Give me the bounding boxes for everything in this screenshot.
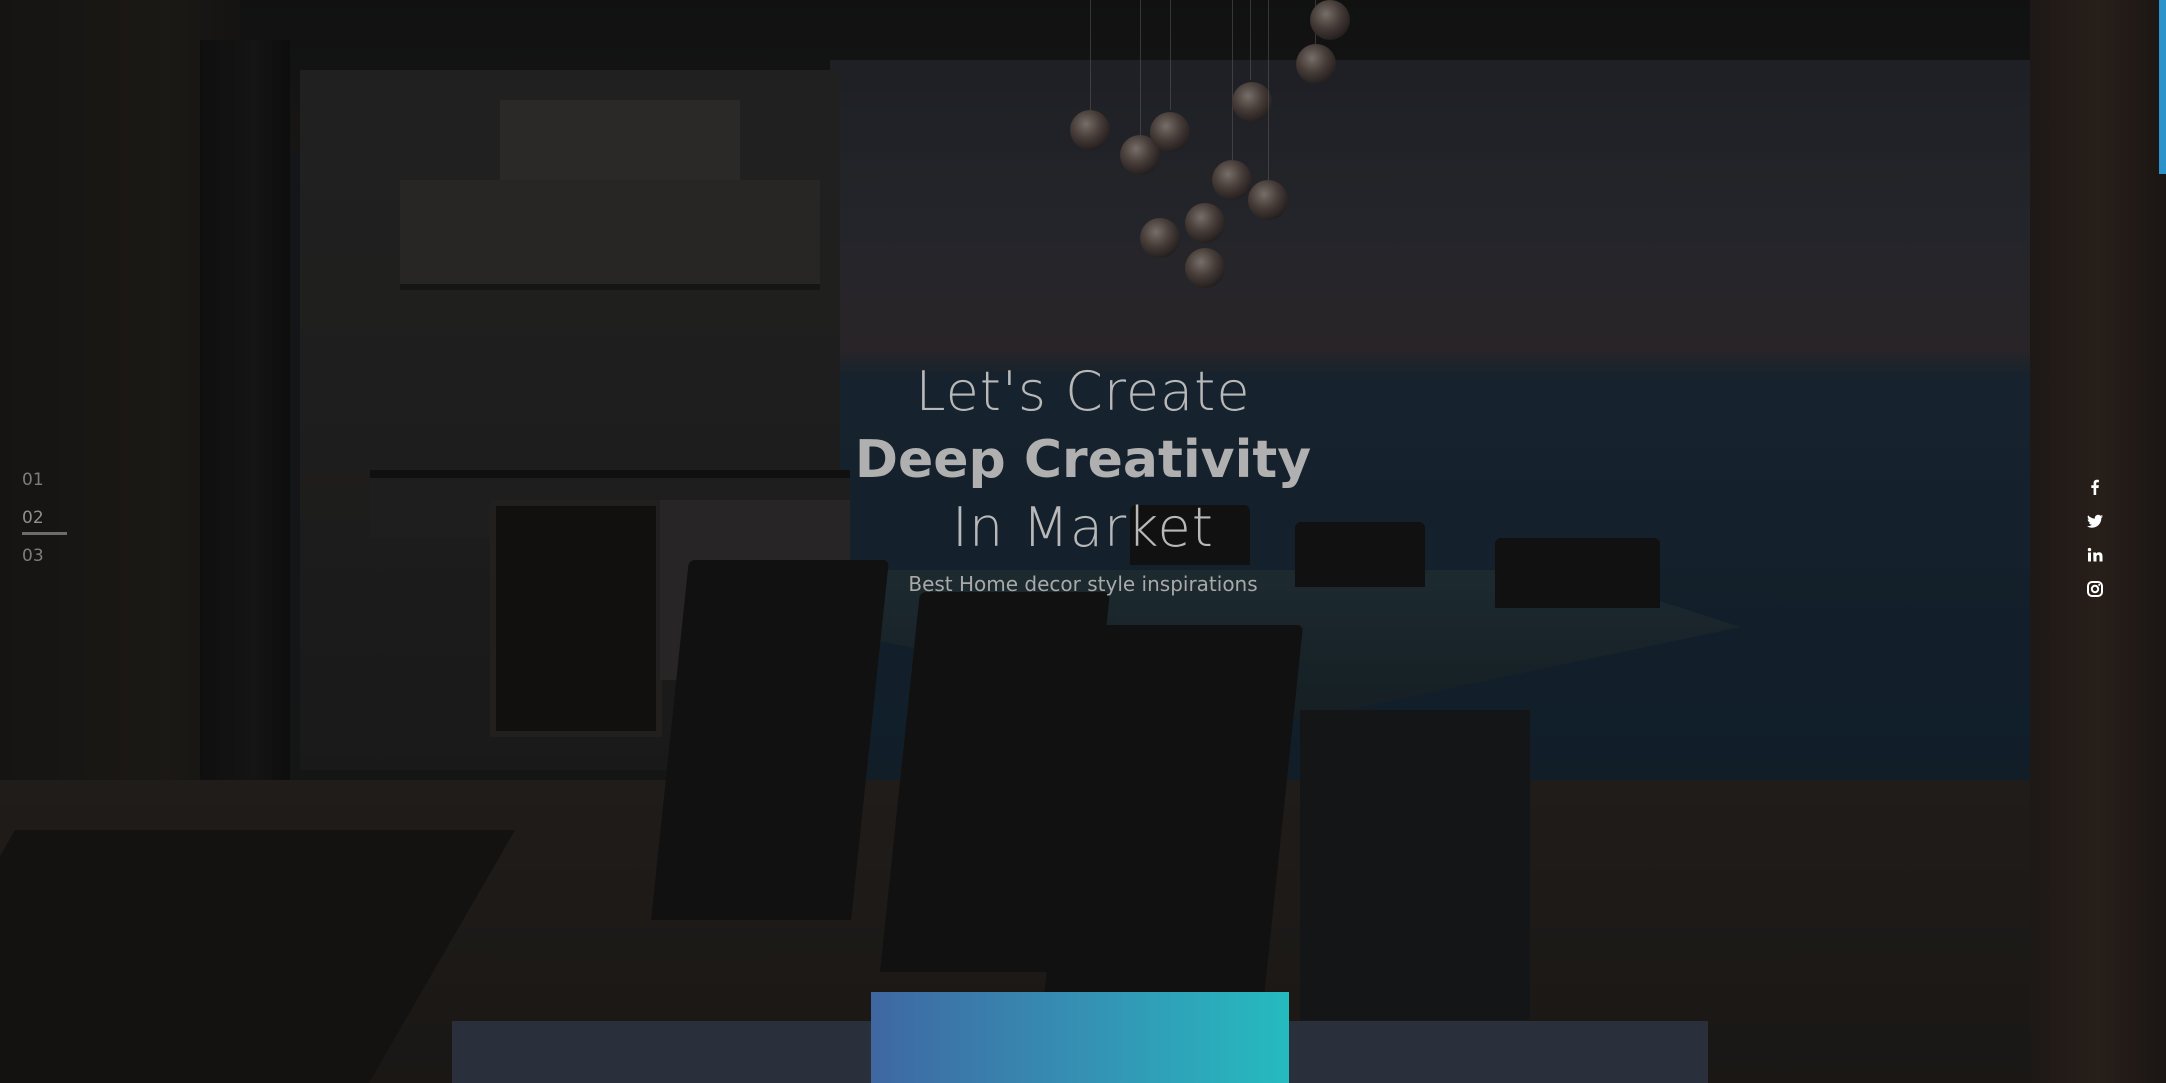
pager-active-indicator — [22, 532, 67, 535]
linkedin-icon[interactable] — [2084, 544, 2106, 566]
social-links — [2084, 476, 2106, 612]
hero-subtitle: Best Home decor style inspirations — [908, 572, 1258, 596]
instagram-icon[interactable] — [2084, 578, 2106, 600]
pager-item-02[interactable]: 02 — [22, 508, 44, 528]
hero-slide: Let's Create Deep Creativity In Market B… — [0, 0, 2166, 1083]
hero-text: Let's Create Deep Creativity In Market B… — [783, 358, 1383, 596]
pager-item-01[interactable]: 01 — [22, 470, 44, 490]
pager-item-03[interactable]: 03 — [22, 546, 44, 566]
hero-title-line-3: In Market — [952, 496, 1214, 559]
slide-pager: 01 02 03 — [22, 470, 67, 584]
scroll-indicator[interactable] — [2159, 0, 2166, 174]
twitter-icon[interactable] — [2084, 510, 2106, 532]
bottom-feature-panel[interactable] — [871, 992, 1289, 1083]
hero-title-line-2: Deep Creativity — [854, 430, 1312, 490]
facebook-icon[interactable] — [2084, 476, 2106, 498]
hero-title-line-1: Let's Create — [915, 360, 1251, 423]
